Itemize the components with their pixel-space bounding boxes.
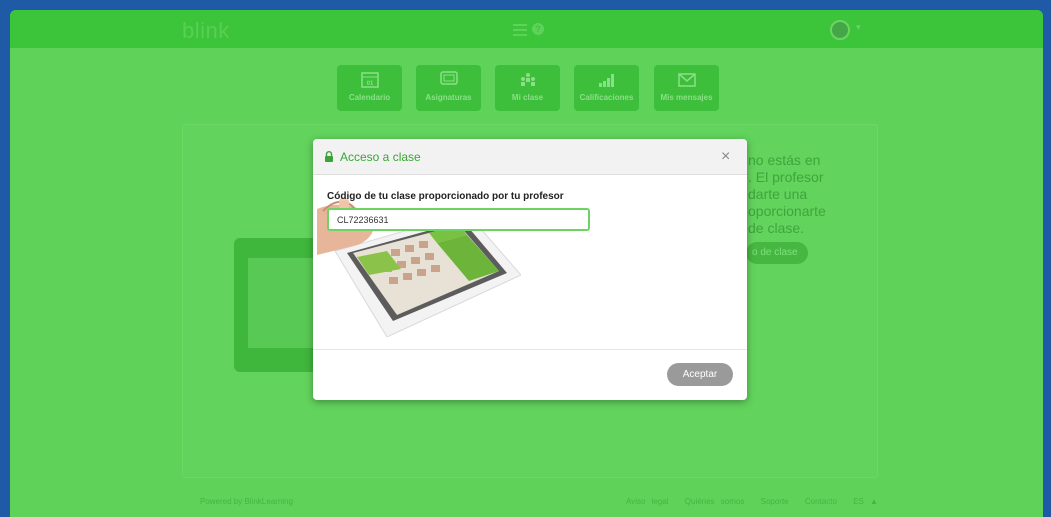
svg-text:01: 01 — [366, 81, 373, 87]
footer-link-soporte[interactable]: Soporte — [761, 497, 789, 506]
nav-label: Asignaturas — [425, 93, 472, 102]
nav-calificaciones-button[interactable]: Calificaciones — [574, 65, 639, 111]
hamburger-icon[interactable] — [513, 24, 527, 36]
nav-label: Mi clase — [511, 93, 544, 102]
background-class-code-button: o de clase — [746, 242, 808, 264]
monitor-icon — [439, 71, 458, 85]
nav-asignaturas-button[interactable]: Asignaturas — [416, 65, 481, 111]
footer-link-quienes-somos[interactable]: Quiénes somos — [685, 497, 745, 506]
language-selector[interactable]: ES ▲ — [853, 497, 878, 506]
footer-link-contacto[interactable]: Contacto — [805, 497, 837, 506]
nav-label: Mis mensajes — [660, 93, 713, 102]
nav-calendario-button[interactable]: 01 Calendario — [337, 65, 402, 111]
background-text-line: darte una — [748, 186, 808, 202]
footer-powered-by[interactable]: Powered by BlinkLearning — [200, 497, 293, 506]
tablet-illustration — [234, 238, 320, 372]
class-code-label: Código de tu clase proporcionado por tu … — [327, 191, 564, 202]
background-text-line: . El profesor — [748, 169, 824, 185]
nav-label: Calendario — [348, 93, 391, 102]
top-bar: blink ? ▾ — [10, 10, 1043, 48]
bar-chart-icon — [598, 74, 614, 87]
modal-footer-divider — [313, 349, 747, 350]
people-icon — [520, 73, 535, 86]
blink-logo[interactable]: blink — [182, 18, 230, 44]
class-access-modal: Acceso a clase × Código de tu clase prop… — [313, 139, 747, 400]
calendar-icon: 01 — [360, 72, 379, 88]
lock-icon — [325, 151, 333, 162]
footer-link-aviso-legal[interactable]: Aviso legal — [626, 497, 669, 506]
background-message: no estás en . El profesor darte una opor… — [748, 152, 826, 237]
question-icon[interactable]: ? — [532, 23, 544, 35]
close-icon[interactable]: × — [721, 148, 730, 166]
footer-links: Aviso legal Quiénes somos Soporte Contac… — [616, 497, 878, 506]
modal-header: Acceso a clase × — [313, 139, 747, 175]
modal-title: Acceso a clase — [340, 150, 421, 164]
accept-button[interactable]: Aceptar — [667, 363, 733, 386]
envelope-icon — [677, 73, 696, 87]
app-window: blink ? ▾ 01 Calendario Asignaturas Mi c… — [10, 10, 1043, 517]
class-code-input[interactable] — [327, 208, 590, 231]
nav-mi-clase-button[interactable]: Mi clase — [495, 65, 560, 111]
avatar[interactable] — [830, 20, 850, 40]
nav-mis-mensajes-button[interactable]: Mis mensajes — [654, 65, 719, 111]
nav-label: Calificaciones — [579, 93, 634, 102]
background-text-line: de clase. — [748, 220, 805, 236]
background-text-line: no estás en — [748, 152, 821, 168]
account-caret[interactable]: ▾ — [856, 22, 861, 33]
background-text-line: oporcionarte — [748, 203, 826, 219]
